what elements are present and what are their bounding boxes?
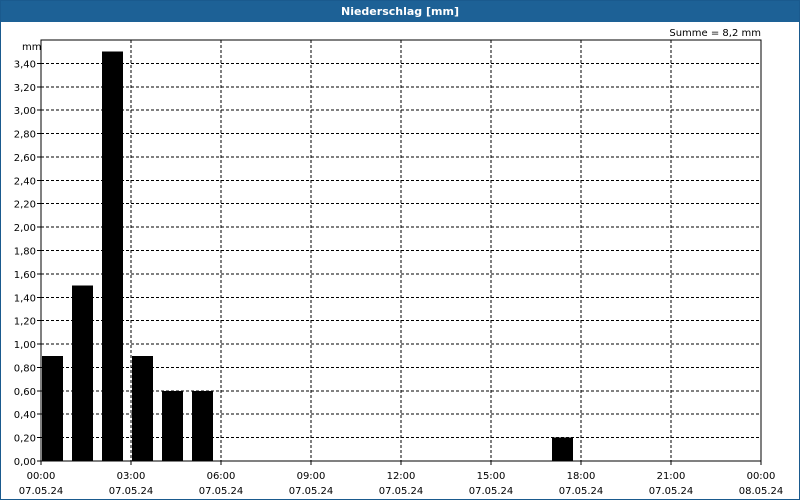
y-tick-label: 1,60 [14,270,36,281]
x-tick-date-label: 07.05.24 [649,486,694,497]
y-tick-label: 1,00 [14,340,36,351]
y-tick-label: 2,60 [14,153,36,164]
x-tick-labels: 00:00 07.05.24 03:00 07.05.24 06:00 07.05.24 0… [19,471,784,497]
y-tick-label: 1,40 [14,293,36,304]
x-tick-time-label: 06:00 [207,471,236,482]
x-tick-time-label: 12:00 [387,471,416,482]
x-tick-date-label: 07.05.24 [19,486,64,497]
x-tick-date-label: 07.05.24 [109,486,154,497]
x-tick-time-label: 21:00 [657,471,686,482]
x-tick-time-label: 03:00 [117,471,146,482]
x-tick-date-label: 07.05.24 [379,486,424,497]
bar-0200 [102,51,123,461]
x-tick-time-label: 18:00 [567,471,596,482]
y-tick-label: 3,40 [14,59,36,70]
bar-0500 [192,390,213,461]
bar-0000 [42,355,63,461]
y-tick-labels: 0,00 0,20 0,40 0,60 0,80 1,00 1,20 1,40 1,60 1,80… [14,59,36,468]
y-tick-label: 0,20 [14,434,36,445]
precipitation-chart: Summe = 8,2 mm mm 0,00 0,20 0,40 0,60 0,80 1,… [14,28,784,497]
y-tick-label: 2,40 [14,176,36,187]
y-tick-label: 1,80 [14,247,36,258]
y-tick-label: 2,80 [14,130,36,141]
x-tick-date-label: 08.05.24 [739,486,784,497]
bar-0100 [72,285,93,461]
bar-1700 [552,437,573,461]
x-tick-time-label: 15:00 [477,471,506,482]
x-tick-time-label: 00:00 [27,471,56,482]
y-tick-label: 0,60 [14,387,36,398]
y-axis-unit-label: mm [22,42,41,53]
x-tick-time-label: 00:00 [747,471,776,482]
y-tick-label: 0,40 [14,410,36,421]
y-tick-label: 2,20 [14,200,36,211]
bar-0400 [162,390,183,461]
y-tick-label: 3,00 [14,106,36,117]
bars [42,51,573,461]
y-tick-label: 3,20 [14,83,36,94]
x-tick-date-label: 07.05.24 [559,486,604,497]
y-tick-label: 2,00 [14,223,36,234]
y-tick-label: 0,80 [14,363,36,374]
x-tick-date-label: 07.05.24 [289,486,334,497]
x-tick-time-label: 09:00 [297,471,326,482]
y-tick-label: 1,20 [14,317,36,328]
y-tick-label: 0,00 [14,457,36,468]
x-tick-date-label: 07.05.24 [199,486,244,497]
x-tick-date-label: 07.05.24 [469,486,514,497]
sum-label: Summe = 8,2 mm [669,28,761,39]
bar-0300 [132,355,153,461]
